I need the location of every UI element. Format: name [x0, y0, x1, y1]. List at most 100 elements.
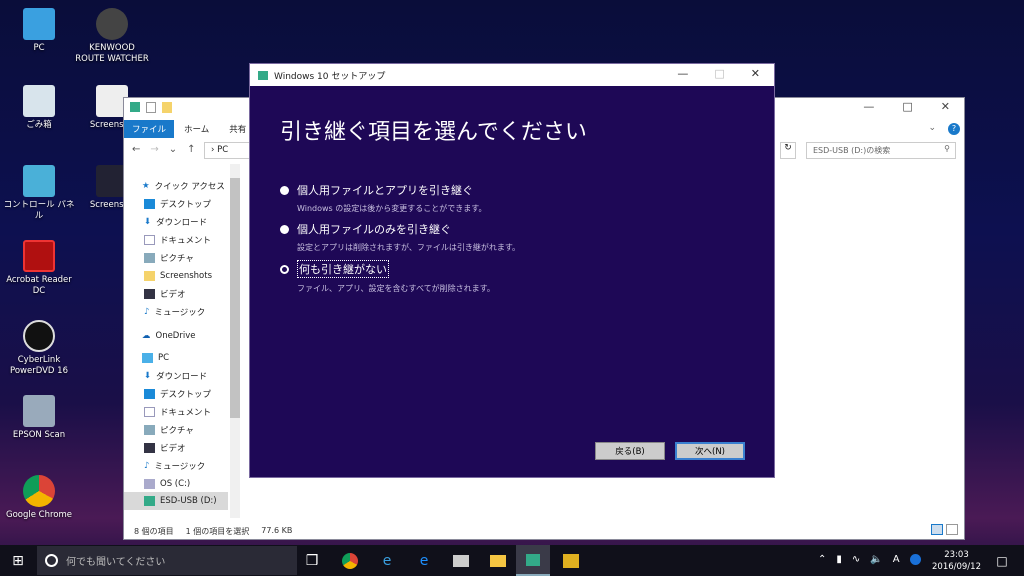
- windows-setup-dialog: Windows 10 セットアップ — □ ✕ 引き継ぐ項目を選んでください 個人用…: [249, 63, 775, 478]
- taskbar-search-input[interactable]: 何でも聞いてください: [37, 546, 297, 575]
- search-icon: ⚲: [944, 144, 950, 153]
- pictures-icon: [144, 425, 155, 435]
- video-icon: [144, 443, 155, 453]
- edge-taskbar-icon[interactable]: e: [412, 549, 436, 573]
- nav-item[interactable]: ♪ ミュージック: [144, 304, 205, 320]
- desktop-icon-control-panel[interactable]: コントロール パネル: [2, 165, 76, 222]
- computer-icon: [23, 8, 55, 40]
- nav-item[interactable]: デスクトップ: [144, 386, 211, 402]
- wifi-icon[interactable]: ∿: [852, 554, 860, 565]
- desktop-icon-chrome[interactable]: Google Chrome: [2, 475, 76, 521]
- nav-item[interactable]: ドキュメント: [144, 404, 211, 420]
- quick-access-toolbar: [130, 102, 200, 116]
- dialog-heading: 引き継ぐ項目を選んでください: [280, 120, 587, 145]
- dialog-title: Windows 10 セットアップ: [274, 71, 386, 82]
- folder-icon: [144, 271, 155, 281]
- maximize-icon[interactable]: □: [902, 100, 912, 113]
- option-keep-files-only[interactable]: 個人用ファイルのみを引き継ぐ 設定とアプリは削除されますが、ファイルは引き継がれま…: [280, 221, 520, 253]
- ime-indicator[interactable]: A: [893, 554, 900, 565]
- minimize-icon[interactable]: —: [863, 100, 874, 113]
- nav-item[interactable]: デスクトップ: [144, 196, 211, 212]
- nav-item-selected[interactable]: ESD-USB (D:): [124, 492, 228, 510]
- radio-icon[interactable]: [280, 185, 289, 195]
- document-icon: [144, 235, 155, 245]
- music-icon: ♪: [144, 461, 150, 471]
- option-keep-nothing[interactable]: 何も引き継がない ファイル、アプリ、設定を含むすべてが削除されます。: [280, 260, 495, 294]
- computer-icon: [142, 353, 153, 363]
- option-keep-files-apps[interactable]: 個人用ファイルとアプリを引き継ぐ Windows の設定は後から変更することができ…: [280, 182, 486, 214]
- nav-quick-access[interactable]: ★ クイック アクセス: [142, 178, 225, 194]
- app-taskbar-icon[interactable]: [563, 554, 579, 568]
- new-folder-icon[interactable]: [162, 102, 172, 113]
- volume-icon[interactable]: 🔈: [870, 554, 882, 565]
- desktop-folder-icon: [144, 389, 155, 399]
- radio-icon[interactable]: [280, 224, 289, 234]
- close-icon[interactable]: ✕: [941, 100, 950, 113]
- nav-item[interactable]: ♪ ミュージック: [144, 458, 205, 474]
- action-center-icon[interactable]: □: [990, 549, 1014, 573]
- explorer-taskbar-icon[interactable]: [490, 555, 506, 567]
- details-view-icon[interactable]: [931, 524, 943, 535]
- tab-file[interactable]: ファイル: [124, 120, 175, 138]
- chrome-taskbar-icon[interactable]: [342, 553, 358, 569]
- battery-icon[interactable]: ▮: [836, 554, 842, 565]
- nav-item[interactable]: ピクチャ: [144, 250, 194, 266]
- task-view-icon[interactable]: ❒: [300, 549, 324, 573]
- close-icon[interactable]: ✕: [751, 67, 760, 80]
- store-taskbar-icon[interactable]: [453, 555, 469, 567]
- drive-icon: [144, 479, 155, 489]
- nav-pc[interactable]: PC: [142, 350, 169, 366]
- nav-item[interactable]: ドキュメント: [144, 232, 211, 248]
- status-bar: 8 個の項目 1 個の項目を選択 77.6 KB: [134, 526, 293, 536]
- desktop-icon-pc[interactable]: PC: [2, 8, 76, 54]
- recent-icon[interactable]: ⌄: [169, 144, 177, 155]
- desktop-icon-recycle-bin[interactable]: ごみ箱: [2, 85, 76, 131]
- nav-item[interactable]: ピクチャ: [144, 422, 194, 438]
- show-hidden-icons-icon[interactable]: ⌃: [818, 554, 826, 565]
- maximize-icon: □: [714, 67, 725, 80]
- clock[interactable]: 23:03 2016/09/12: [932, 549, 981, 573]
- search-input[interactable]: ESD-USB (D:)の検索 ⚲: [806, 142, 956, 159]
- onedrive-sync-icon[interactable]: [909, 554, 921, 565]
- up-icon[interactable]: ↑: [187, 144, 195, 155]
- nav-item[interactable]: ⬇ ダウンロード: [144, 214, 207, 230]
- large-icons-view-icon[interactable]: [946, 524, 958, 535]
- nav-scrollbar[interactable]: [230, 164, 240, 518]
- document-icon: [144, 407, 155, 417]
- ribbon-expand-icon[interactable]: ⌄: [928, 123, 936, 133]
- desktop-icon-powerdvd[interactable]: CyberLink PowerDVD 16: [2, 320, 76, 377]
- nav-item[interactable]: ⬇ ダウンロード: [144, 368, 207, 384]
- minimize-icon[interactable]: —: [677, 67, 688, 80]
- usb-drive-icon: [144, 496, 155, 506]
- back-button[interactable]: 戻る(B): [595, 442, 665, 460]
- desktop-icon-acrobat[interactable]: Acrobat Reader DC: [2, 240, 76, 297]
- download-icon: ⬇: [144, 217, 152, 227]
- next-button[interactable]: 次へ(N): [675, 442, 745, 460]
- nav-item[interactable]: OS (C:): [144, 476, 190, 492]
- ie-taskbar-icon[interactable]: e: [375, 549, 399, 573]
- nav-item[interactable]: ビデオ: [144, 440, 186, 456]
- desktop-folder-icon: [144, 199, 155, 209]
- radio-selected-icon[interactable]: [280, 264, 289, 274]
- forward-icon[interactable]: →: [150, 144, 158, 155]
- desktop-icon-kenwood[interactable]: KENWOOD ROUTE WATCHER: [75, 8, 149, 65]
- nav-item[interactable]: ビデオ: [144, 286, 186, 302]
- help-icon[interactable]: ?: [948, 123, 960, 135]
- refresh-icon[interactable]: ↻: [780, 142, 796, 159]
- setup-icon: [258, 70, 268, 80]
- powerdvd-icon: [23, 320, 55, 352]
- setup-taskbar-icon[interactable]: [516, 545, 550, 576]
- cortana-icon: [45, 554, 58, 567]
- nav-item[interactable]: Screenshots: [144, 268, 212, 284]
- tab-home[interactable]: ホーム: [174, 120, 219, 138]
- nav-onedrive[interactable]: ☁ OneDrive: [142, 328, 195, 344]
- properties-icon[interactable]: [146, 102, 156, 113]
- start-icon[interactable]: ⊞: [6, 549, 30, 573]
- desktop-icon-epson[interactable]: EPSON Scan: [2, 395, 76, 441]
- scanner-icon: [23, 395, 55, 427]
- control-panel-icon: [23, 165, 55, 197]
- back-icon[interactable]: ←: [132, 144, 140, 155]
- drive-icon: [130, 102, 140, 112]
- dialog-titlebar: Windows 10 セットアップ — □ ✕: [250, 64, 774, 86]
- kenwood-icon: [96, 8, 128, 40]
